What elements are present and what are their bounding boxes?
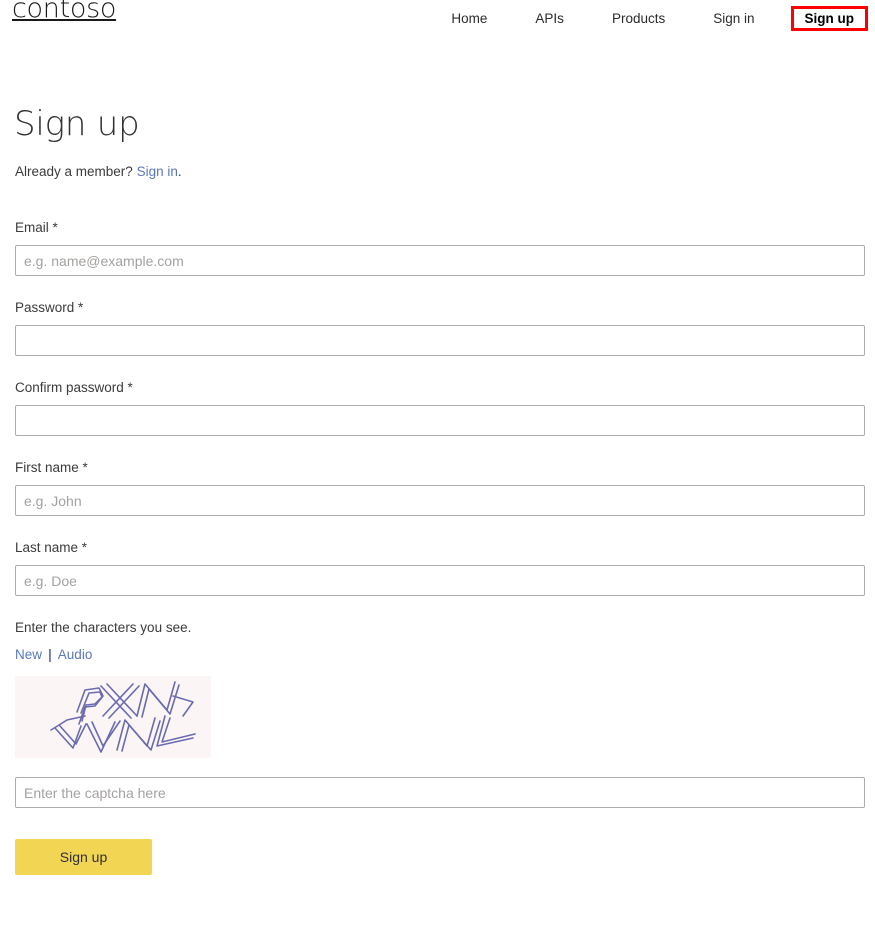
email-input[interactable] (15, 245, 865, 276)
captcha-separator: | (48, 647, 52, 662)
main-content: Sign up Already a member? Sign in. Email… (0, 34, 875, 875)
nav-item-apis[interactable]: APIs (511, 8, 588, 29)
nav-item-sign-in[interactable]: Sign in (689, 8, 778, 29)
first-name-label: First name * (15, 460, 88, 475)
site-header: contoso Home APIs Products Sign in Sign … (0, 0, 875, 34)
captcha-section: Enter the characters you see. New | Audio (0, 596, 875, 808)
captcha-glyphs (50, 681, 196, 753)
last-name-input[interactable] (15, 565, 865, 596)
password-input[interactable] (15, 325, 865, 356)
nav-item-products[interactable]: Products (588, 8, 689, 29)
signup-form: Email * Password * Confirm password * Fi… (0, 181, 875, 875)
captcha-actions: New | Audio (15, 646, 875, 664)
signin-link[interactable]: Sign in (137, 164, 178, 179)
last-name-label: Last name * (15, 540, 88, 555)
signin-prompt: Already a member? Sign in. (0, 144, 875, 181)
first-name-input[interactable] (15, 485, 865, 516)
signin-prompt-suffix: . (177, 164, 182, 179)
captcha-prompt: Enter the characters you see. (15, 620, 192, 635)
captcha-new-link[interactable]: New (15, 647, 42, 662)
captcha-input-wrap (15, 758, 875, 808)
nav-item-home[interactable]: Home (427, 8, 511, 29)
password-label: Password * (15, 300, 84, 315)
captcha-image (15, 676, 211, 758)
field-email: Email * (0, 219, 875, 276)
submit-wrap: Sign up (0, 808, 875, 875)
field-first-name: First name * (0, 459, 875, 516)
nav-item-sign-up[interactable]: Sign up (790, 6, 868, 31)
field-confirm-password: Confirm password * (0, 379, 875, 436)
captcha-input[interactable] (15, 777, 865, 808)
confirm-password-label: Confirm password * (15, 380, 133, 395)
signin-prompt-text: Already a member? (15, 164, 137, 179)
page-title: Sign up (14, 104, 140, 144)
sign-up-button[interactable]: Sign up (15, 839, 152, 875)
email-label: Email * (15, 220, 58, 235)
main-navigation: Home APIs Products Sign in Sign up (427, 6, 869, 31)
field-last-name: Last name * (0, 539, 875, 596)
confirm-password-input[interactable] (15, 405, 865, 436)
brand-logo[interactable]: contoso (12, 0, 116, 24)
field-password: Password * (0, 299, 875, 356)
captcha-audio-link[interactable]: Audio (58, 647, 93, 662)
